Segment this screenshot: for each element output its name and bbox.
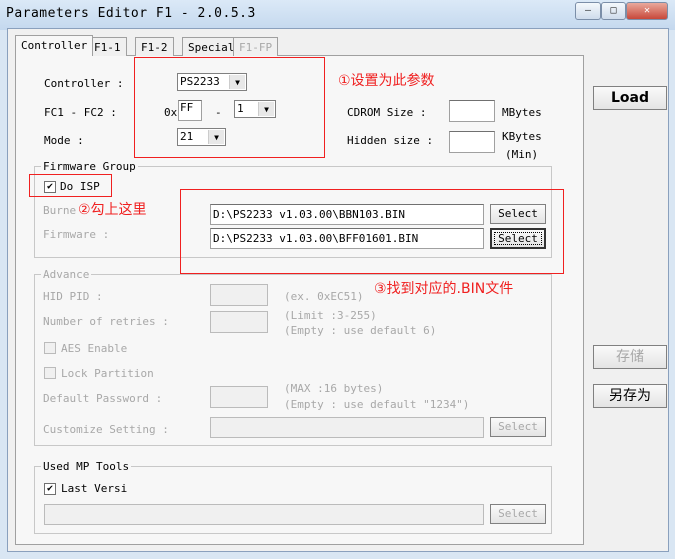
hid-pid-hint: (ex. 0xEC51) bbox=[284, 290, 364, 303]
password-input[interactable] bbox=[210, 386, 268, 408]
firmware-group-title: Firmware Group bbox=[41, 160, 138, 173]
annotation-3: ③找到对应的.BIN文件 bbox=[374, 281, 514, 297]
retries-hint-2: (Empty : use default 6) bbox=[284, 324, 437, 337]
last-version-label: Last Versi bbox=[61, 482, 128, 495]
retries-hint-1: (Limit :3-255) bbox=[284, 309, 377, 322]
minimize-button[interactable]: — bbox=[575, 2, 601, 20]
last-version-checkbox[interactable]: ✔ bbox=[44, 483, 56, 495]
firmware-label: Firmware : bbox=[43, 228, 110, 241]
customize-select-button[interactable]: Select bbox=[490, 417, 546, 437]
customize-input[interactable] bbox=[210, 417, 484, 438]
retries-input[interactable] bbox=[210, 311, 268, 333]
mp-tool-select-button[interactable]: Select bbox=[490, 504, 546, 524]
hidden-input[interactable] bbox=[449, 131, 495, 153]
mp-tool-path-input[interactable] bbox=[44, 504, 484, 525]
cdrom-label: CDROM Size : bbox=[347, 106, 427, 119]
save-button[interactable]: 存储 bbox=[593, 345, 667, 369]
maximize-button[interactable]: □ bbox=[601, 2, 626, 20]
annotation-box-3 bbox=[180, 189, 564, 274]
annotation-2: ②勾上这里 bbox=[78, 199, 147, 219]
cdrom-input[interactable] bbox=[449, 100, 495, 122]
tab-f1-fp[interactable]: F1-FP bbox=[233, 37, 279, 56]
annotation-box-1 bbox=[134, 57, 325, 158]
hid-pid-input[interactable] bbox=[210, 284, 268, 306]
fc-label: FC1 - FC2 : bbox=[44, 106, 117, 119]
annotation-box-2 bbox=[29, 174, 112, 197]
password-hint-1: (MAX :16 bytes) bbox=[284, 382, 384, 395]
cdrom-unit: MBytes bbox=[502, 106, 542, 119]
used-mp-title: Used MP Tools bbox=[41, 460, 132, 473]
close-button[interactable]: ✕ bbox=[626, 2, 668, 20]
password-hint-2: (Empty : use default "1234") bbox=[284, 398, 470, 411]
aes-enable-checkbox[interactable] bbox=[44, 342, 56, 354]
advance-title: Advance bbox=[41, 268, 92, 281]
load-button[interactable]: Load bbox=[593, 86, 667, 110]
customize-label: Customize Setting : bbox=[43, 423, 169, 436]
hidden-unit-min: (Min) bbox=[505, 148, 539, 161]
hidden-label: Hidden size : bbox=[347, 134, 434, 147]
tab-f1-1[interactable]: F1-1 bbox=[88, 37, 127, 56]
annotation-1: ①设置为此参数 bbox=[338, 73, 435, 89]
hid-pid-label: HID PID : bbox=[43, 290, 103, 303]
mode-label: Mode : bbox=[44, 134, 84, 147]
aes-enable-label: AES Enable bbox=[61, 342, 128, 355]
save-as-button[interactable]: 另存为 bbox=[593, 384, 667, 408]
lock-partition-label: Lock Partition bbox=[61, 367, 154, 380]
tab-special[interactable]: Special bbox=[182, 37, 241, 56]
hidden-unit: KBytes bbox=[502, 130, 542, 143]
controller-label: Controller : bbox=[44, 77, 124, 90]
password-label: Default Password : bbox=[43, 392, 163, 405]
retries-label: Number of retries : bbox=[43, 315, 169, 328]
tab-controller[interactable]: Controller bbox=[15, 35, 94, 56]
window-title: Parameters Editor F1 - 2.0.5.3 bbox=[6, 6, 256, 21]
lock-partition-checkbox[interactable] bbox=[44, 367, 56, 379]
tab-f1-2[interactable]: F1-2 bbox=[135, 37, 174, 56]
